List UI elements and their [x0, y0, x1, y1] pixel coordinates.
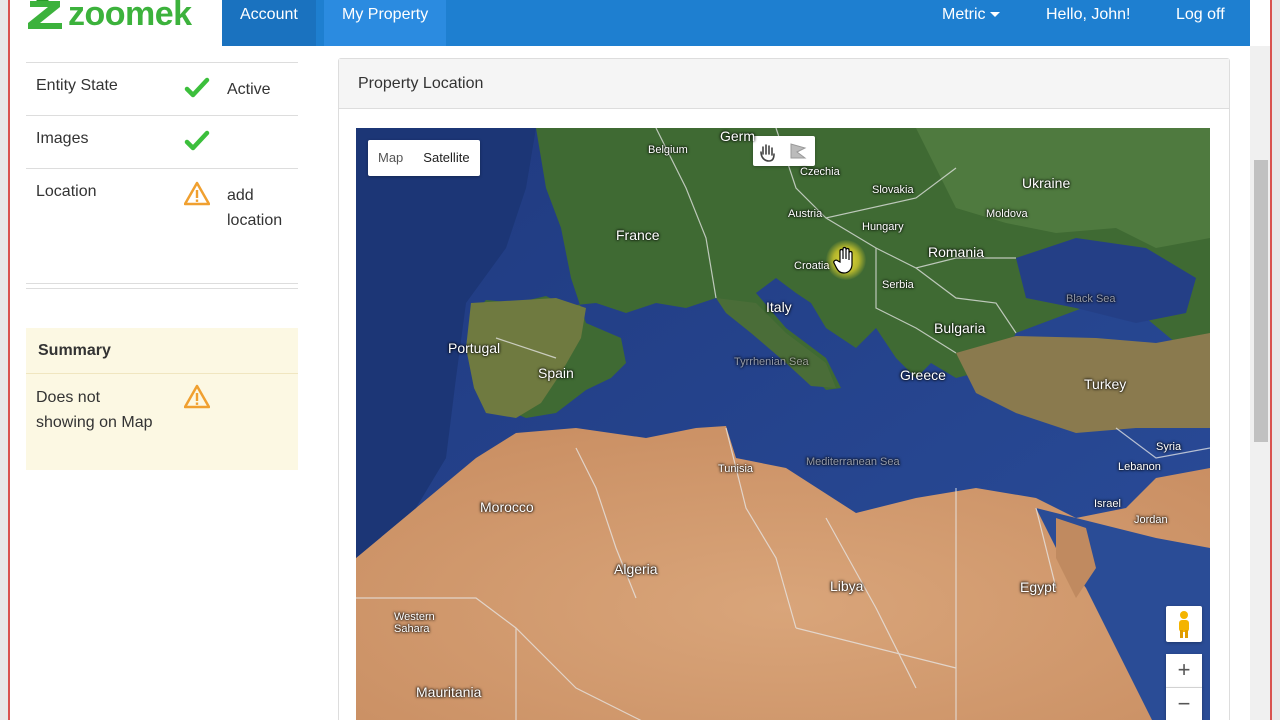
satellite-imagery — [356, 128, 1210, 720]
map-label: Black Sea — [1066, 293, 1116, 305]
summary-box: Summary Does not showing on Map — [26, 328, 298, 470]
metric-label: Metric — [942, 6, 986, 23]
map-label: Italy — [766, 299, 792, 315]
status-label: Images — [36, 130, 89, 147]
map-label: Spain — [538, 365, 574, 381]
scrollbar-thumb[interactable] — [1254, 160, 1268, 442]
map-label: Morocco — [480, 499, 534, 515]
map-drawing-tools — [753, 136, 815, 166]
nav-my-property[interactable]: My Property — [324, 0, 447, 46]
add-location-link[interactable]: add location — [227, 183, 297, 233]
warning-icon — [183, 181, 211, 207]
brand-name: zoomek — [68, 0, 192, 33]
map-type-map[interactable]: Map — [368, 140, 413, 176]
map-label: Syria — [1156, 441, 1182, 453]
navbar: zoomek Account My Property Metric Hello,… — [10, 0, 1250, 46]
map-label: Turkey — [1084, 376, 1127, 392]
nav-hello-user[interactable]: Hello, John! — [1028, 0, 1149, 46]
map-label: Mauritania — [416, 684, 482, 700]
street-view-pegman-icon[interactable] — [1166, 606, 1202, 642]
map-label: Tunisia — [718, 463, 754, 475]
panel-title: Property Location — [339, 59, 1229, 109]
map-type-control: Map Satellite — [368, 140, 480, 176]
map-label: Mediterranean Sea — [806, 456, 900, 468]
status-label: Entity State — [36, 77, 118, 94]
caret-down-icon — [989, 12, 1000, 18]
page-scrollbar[interactable] — [1250, 46, 1270, 720]
map-label: Belgium — [648, 144, 688, 156]
status-row-location: Location add location — [26, 168, 298, 289]
divider — [26, 283, 298, 284]
zoom-out-button[interactable]: − — [1166, 688, 1202, 720]
map-label: Libya — [830, 578, 864, 594]
map-label: Croatia — [794, 260, 830, 272]
map-label: Egypt — [1020, 579, 1056, 595]
nav-account[interactable]: Account — [222, 0, 316, 46]
map-label: Greece — [900, 367, 946, 383]
zoom-in-button[interactable]: + — [1166, 654, 1202, 688]
status-row-images: Images — [26, 115, 298, 168]
map-label: Lebanon — [1118, 461, 1161, 473]
hand-icon — [760, 144, 775, 162]
map-label: Algeria — [614, 561, 658, 577]
map-label: Czechia — [800, 166, 840, 178]
map-label: Slovakia — [872, 184, 914, 196]
status-row-entity-state: Entity State Active — [26, 62, 298, 115]
check-icon — [184, 75, 210, 101]
warning-icon — [183, 384, 211, 410]
map-label: France — [616, 227, 660, 243]
map-label: Serbia — [882, 279, 914, 291]
marker-tool-icon — [790, 143, 807, 159]
status-value: Active — [227, 81, 271, 98]
map-type-satellite[interactable]: Satellite — [413, 140, 479, 176]
summary-message: Does not showing on Map — [36, 389, 153, 431]
map-label: Bulgaria — [934, 320, 986, 336]
map-label: Moldova — [986, 208, 1028, 220]
logo[interactable]: zoomek — [26, 0, 192, 34]
map-label: Ukraine — [1022, 175, 1071, 191]
map-label: Tyrrhenian Sea — [734, 356, 809, 368]
map-label: Portugal — [448, 340, 501, 356]
logo-mark-icon — [26, 0, 66, 31]
status-label: Location — [36, 183, 97, 200]
app-frame: zoomek Account My Property Metric Hello,… — [8, 0, 1272, 720]
nav-metric-dropdown[interactable]: Metric — [924, 0, 1018, 46]
map-canvas[interactable]: Map Satellite Germ Belgium Czechia Slova… — [356, 128, 1210, 720]
check-icon — [184, 128, 210, 154]
map-label: Hungary — [862, 221, 904, 233]
map-label: Germ — [720, 128, 755, 144]
map-label: Western Sahara — [394, 611, 435, 635]
map-label: Romania — [928, 244, 985, 260]
summary-title: Summary — [26, 328, 298, 374]
map-label: Austria — [788, 208, 823, 220]
map-label: Israel — [1094, 498, 1121, 510]
map-label: Jordan — [1134, 514, 1168, 526]
status-list: Entity State Active Images Location add … — [26, 62, 298, 289]
nav-logoff[interactable]: Log off — [1158, 0, 1243, 46]
hand-cursor-icon — [832, 246, 858, 274]
